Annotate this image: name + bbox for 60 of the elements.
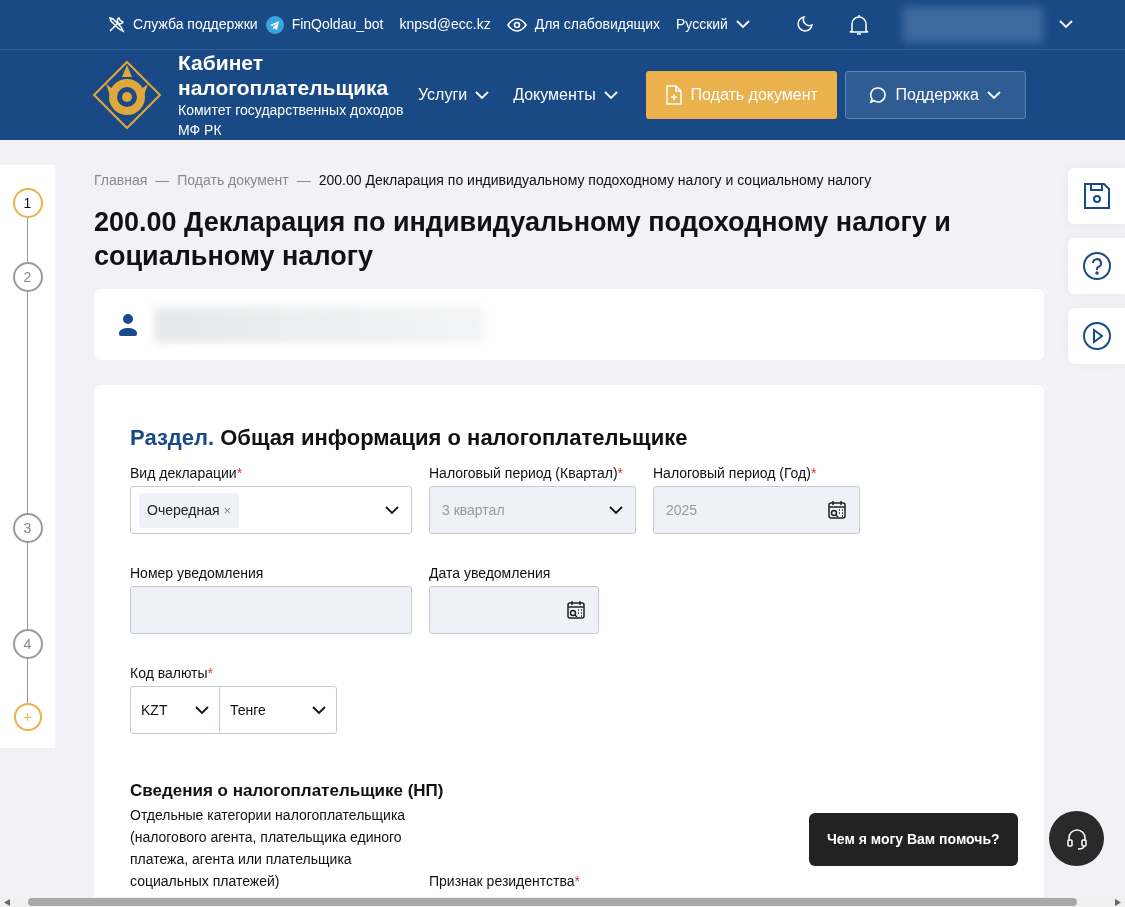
chat-prompt-tooltip: Чем я могу Вам помочь? [809,813,1018,866]
section-prefix: Раздел. [130,425,215,450]
language-selector[interactable]: Русский [675,14,750,35]
section-title: Общая информация о налогоплательщике [220,425,688,450]
step-marker[interactable]: 3 [12,513,43,543]
chevron-down-icon [735,20,750,29]
step-marker[interactable]: 1 [12,188,43,218]
person-icon [118,312,138,337]
calendar-icon [827,500,847,520]
chat-icon [869,86,888,104]
field-label: Вид декларации* [130,464,244,483]
play-icon [1081,321,1112,351]
nav-menu[interactable]: Услуги [418,83,490,107]
site-subtitle: Комитет государственных доходов МФ РК [178,101,405,140]
selected-tag: Очередная × [139,492,239,528]
horizontal-scrollbar[interactable] [0,897,1125,907]
calendar-icon [566,600,586,620]
page-title: 200.00 Декларация по индивидуальному подоходному налогу и социальному налогу [94,206,952,273]
field-label: Признак резидентства* [429,871,580,891]
eye-icon [506,17,527,32]
site-title: Кабинет налогоплательщика [178,50,390,100]
breadcrumb-separator: — [155,171,170,190]
step-marker[interactable]: 2 [12,262,43,292]
field-label: Отдельные категории налогоплательщика (налогового агента, плательщика единого платежа, агента или плательщика социальных платежей) [130,805,407,891]
field-label: Налоговый период (Год)* [653,464,818,483]
select-field[interactable]: Очередная × [130,486,412,534]
telegram-link[interactable]: FinQoldau_bot [291,14,384,35]
field-label: Номер уведомления [130,564,265,583]
chevron-down-icon [475,90,490,100]
save-button[interactable] [1068,168,1125,224]
subsection-title: Сведения о налогоплательщике (НП) [130,780,445,802]
bell-icon[interactable] [848,13,869,36]
play-button[interactable] [1068,308,1125,364]
scroll-right-icon[interactable] [1115,898,1121,906]
help-button[interactable] [1068,238,1125,294]
chevron-down-icon [1058,20,1073,29]
nav-menu[interactable]: Документы [513,83,618,107]
question-mark-icon [1081,251,1112,281]
moon-icon[interactable] [795,16,813,33]
chat-support-button[interactable] [1049,811,1104,866]
breadcrumb-current: 200.00 Декларация по индивидуальному подоходному налогу и социальному налогу [318,171,872,190]
chevron-down-icon [603,90,618,100]
accessibility-link[interactable]: Для слабовидящих [534,14,660,35]
support-menu-button[interactable]: Поддержка [844,71,1026,119]
chevron-down-icon [986,90,1001,100]
headset-icon [1064,826,1089,851]
step-marker[interactable]: 4 [12,629,43,659]
emblem-logo [92,60,162,130]
field-label: Код валюты* [130,664,215,683]
support-link[interactable]: Служба поддержки [133,14,258,35]
email-link[interactable]: knpsd@ecc.kz [399,14,491,35]
scroll-left-icon[interactable] [4,898,10,906]
breadcrumb-separator: — [296,171,311,190]
tools-icon [108,16,125,33]
field-label: Дата уведомления [429,564,552,583]
document-plus-icon [664,85,683,105]
field-label: Налоговый период (Квартал)* [429,464,624,483]
chevron-down-icon [385,505,399,515]
telegram-icon [265,15,284,34]
chevron-down-icon [609,505,623,515]
